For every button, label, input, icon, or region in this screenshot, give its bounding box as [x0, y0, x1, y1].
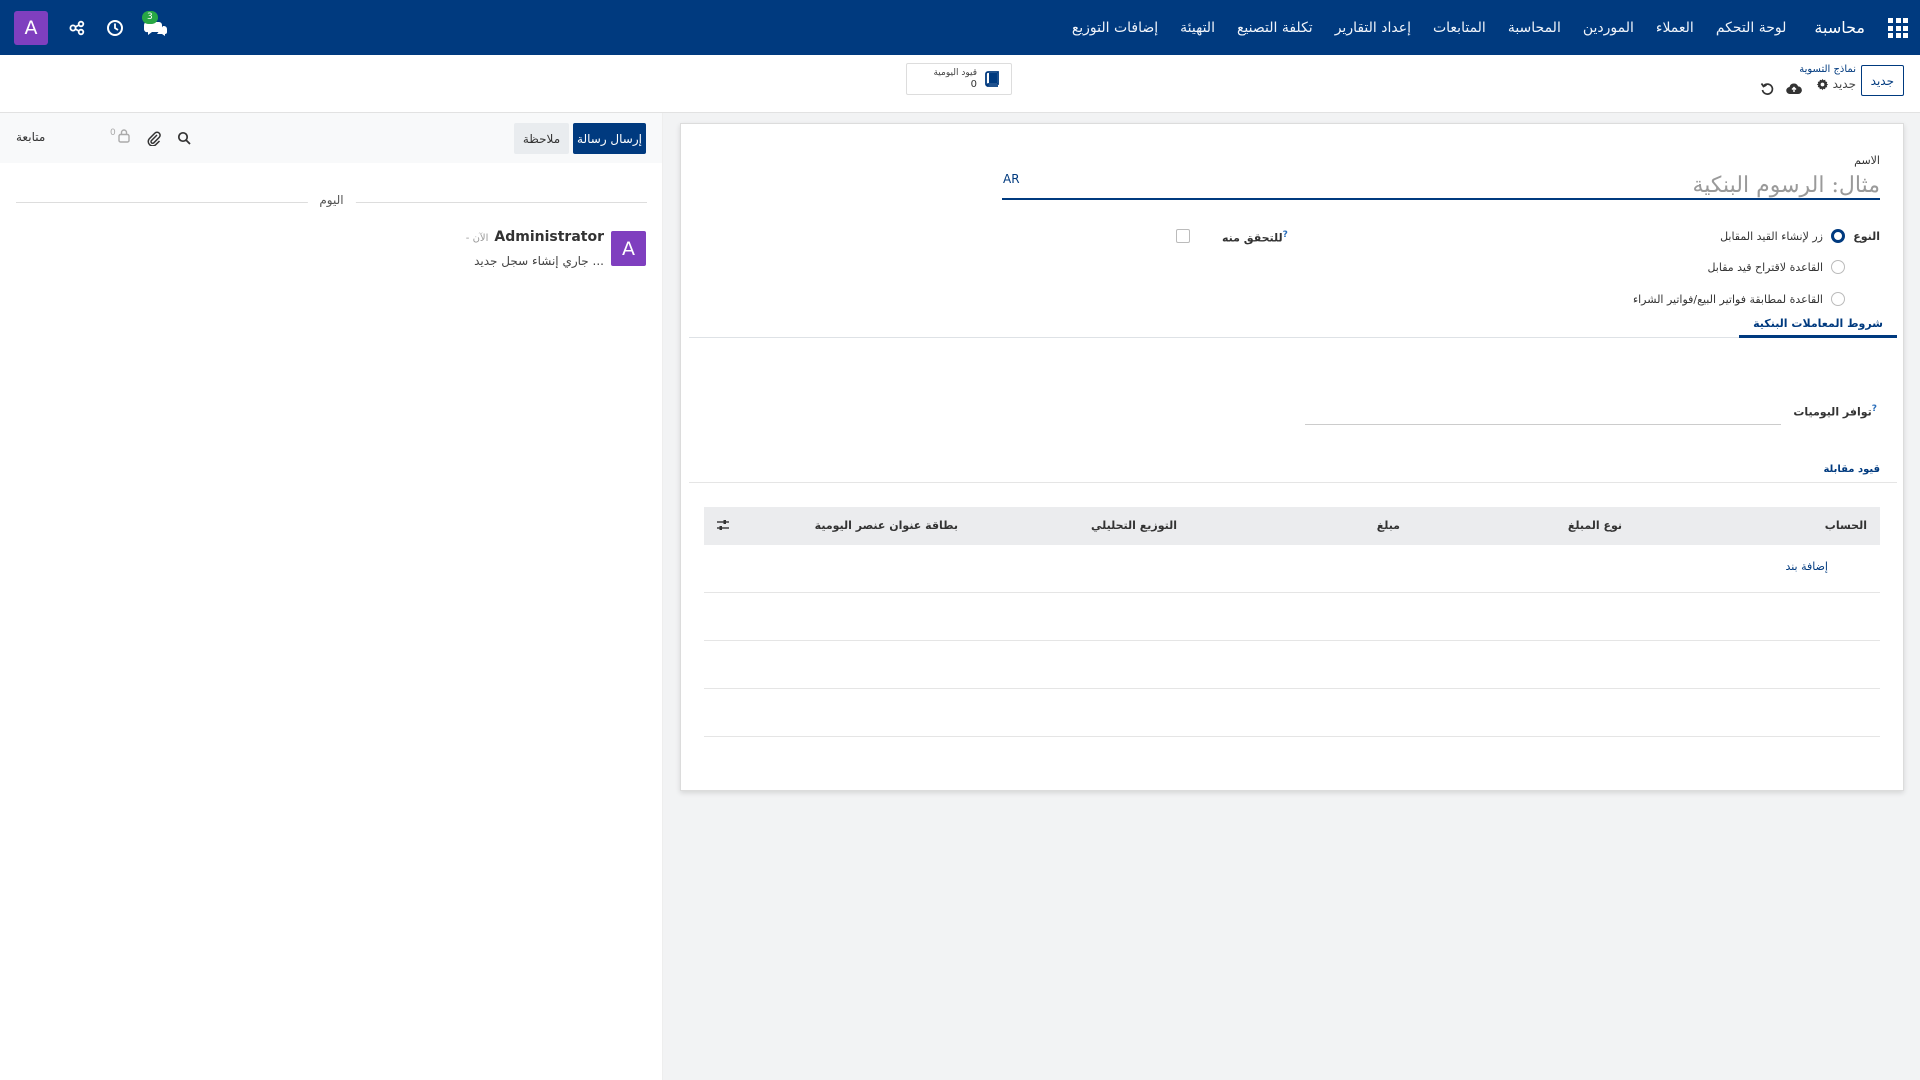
name-label: الاسم	[1854, 154, 1880, 167]
language-button[interactable]: AR	[1003, 172, 1020, 186]
save-cloud-icon[interactable]	[1786, 82, 1802, 96]
day-separator-label: اليوم	[307, 193, 356, 207]
type-option-button[interactable]: زر لإنشاء القيد المقابل	[1720, 229, 1845, 243]
user-avatar[interactable]: A	[14, 10, 48, 45]
stat-value: 0	[970, 79, 977, 90]
record-actions	[1760, 82, 1802, 96]
to-check-label-text: للتحقق منه	[1222, 231, 1283, 245]
book-icon	[983, 70, 1001, 88]
navbar-systray: A 3	[14, 10, 168, 45]
column-analytic-distribution[interactable]: التوزيع التحليلي	[1091, 519, 1177, 532]
discard-icon[interactable]	[1760, 82, 1774, 96]
search-icon[interactable]	[177, 131, 191, 145]
apps-menu-icon[interactable]	[1888, 18, 1908, 38]
menu-item-dashboard[interactable]: لوحة التحكم	[1716, 20, 1787, 36]
journals-availability-label-text: توافر اليوميات	[1793, 405, 1872, 419]
message-header: Administrator - الآن	[466, 229, 604, 245]
table-row	[704, 641, 1880, 689]
table-header: الحساب نوع المبلغ مبلغ التوزيع التحليلي …	[704, 507, 1880, 545]
table-row	[704, 689, 1880, 737]
type-option-label: القاعدة لمطابقة فواتير البيع/فواتير الشر…	[1632, 292, 1823, 306]
name-input[interactable]	[1002, 172, 1880, 200]
log-note-button[interactable]: ملاحظة	[514, 123, 569, 154]
column-account[interactable]: الحساب	[1825, 519, 1867, 532]
message-body: جاري إنشاء سجل جديد ...	[474, 254, 604, 268]
journals-availability-label: توافر اليوميات?	[1793, 404, 1880, 419]
to-check-checkbox[interactable]	[1176, 229, 1190, 243]
menu-item-manufacturing-cost[interactable]: تكلفة التصنيع	[1237, 20, 1313, 36]
follower-count: 0	[110, 128, 116, 138]
control-panel: جديد نماذج التسوية جديد قيود اليومية 0	[0, 55, 1920, 113]
tab-bank-transaction-conditions[interactable]: شروط المعاملات البنكية	[1739, 312, 1897, 338]
menu-item-distribution-addons[interactable]: إضافات التوزيع	[1072, 20, 1158, 36]
column-amount-type[interactable]: نوع المبلغ	[1568, 519, 1622, 532]
breadcrumb: نماذج التسوية جديد	[1799, 64, 1856, 91]
notebook-tabs: شروط المعاملات البنكية	[689, 312, 1897, 338]
menu-item-vendors[interactable]: الموردين	[1583, 20, 1634, 36]
table-row	[704, 593, 1880, 641]
message-time: - الآن	[465, 233, 489, 244]
counterpart-lines-table: الحساب نوع المبلغ مبلغ التوزيع التحليلي …	[704, 507, 1880, 737]
chat-icon[interactable]: 3	[142, 10, 168, 37]
stat-text: قيود اليومية 0	[933, 67, 977, 91]
day-separator: اليوم	[16, 193, 647, 209]
journals-availability-input[interactable]	[1305, 424, 1781, 425]
type-option-suggestion[interactable]: القاعدة لاقتراح قيد مقابل	[1707, 260, 1845, 274]
menu-item-configuration[interactable]: التهيئة	[1180, 20, 1215, 36]
menu-item-customers[interactable]: العملاء	[1656, 20, 1694, 36]
chatter-topbar: إرسال رسالة ملاحظة 0 متابعة	[0, 113, 662, 163]
breadcrumb-parent[interactable]: نماذج التسوية	[1799, 64, 1856, 75]
chat-badge: 3	[142, 10, 158, 24]
paperclip-icon[interactable]	[146, 130, 162, 146]
radio-unchecked[interactable]	[1831, 260, 1845, 274]
column-amount[interactable]: مبلغ	[1377, 519, 1400, 532]
radio-unchecked[interactable]	[1831, 292, 1845, 306]
column-settings-icon[interactable]	[716, 518, 730, 532]
type-label: النوع	[1853, 230, 1880, 243]
followers-button[interactable]: 0	[110, 128, 131, 143]
user-lock-icon	[117, 128, 131, 143]
breadcrumb-current: جديد	[1799, 77, 1856, 91]
add-line-link[interactable]: إضافة بند	[1785, 560, 1828, 573]
stat-label: قيود اليومية	[933, 68, 977, 78]
chatter-panel: إرسال رسالة ملاحظة 0 متابعة اليوم A Admi…	[0, 113, 663, 1080]
gear-icon[interactable]	[1816, 78, 1829, 91]
type-option-label: القاعدة لاقتراح قيد مقابل	[1707, 260, 1823, 274]
top-navbar: محاسبة لوحة التحكم العملاء الموردين المح…	[0, 0, 1920, 55]
menu-item-reporting[interactable]: إعداد التقارير	[1335, 20, 1411, 36]
table-row: إضافة بند	[704, 545, 1880, 593]
menu-item-accounting[interactable]: المحاسبة	[1508, 20, 1561, 36]
share-icon[interactable]	[68, 19, 86, 37]
journal-entries-smart-button[interactable]: قيود اليومية 0	[906, 63, 1012, 95]
breadcrumb-current-label: جديد	[1832, 77, 1856, 91]
new-button[interactable]: جديد	[1860, 65, 1904, 96]
type-option-label: زر لإنشاء القيد المقابل	[1720, 229, 1823, 243]
send-message-button[interactable]: إرسال رسالة	[573, 123, 646, 154]
to-check-label: للتحقق منه?	[1222, 230, 1291, 245]
radio-checked[interactable]	[1831, 229, 1845, 243]
message-avatar[interactable]: A	[611, 231, 646, 266]
menu-item-followups[interactable]: المتابعات	[1433, 20, 1486, 36]
counterpart-entries-title: قيود مقابلة	[1823, 464, 1880, 475]
follow-button[interactable]: متابعة	[16, 130, 45, 144]
type-option-invoice-match[interactable]: القاعدة لمطابقة فواتير البيع/فواتير الشر…	[1633, 292, 1845, 306]
column-journal-item-label[interactable]: بطاقة عنوان عنصر اليومية	[815, 519, 958, 532]
main-menu: محاسبة لوحة التحكم العملاء الموردين المح…	[1050, 0, 1865, 55]
clock-icon[interactable]	[106, 19, 124, 37]
message-author[interactable]: Administrator	[494, 229, 604, 245]
help-icon[interactable]: ?	[1872, 404, 1877, 414]
form-sheet: الاسم AR النوع زر لإنشاء القيد المقابل ا…	[680, 123, 1904, 791]
help-icon[interactable]: ?	[1283, 230, 1288, 240]
app-brand[interactable]: محاسبة	[1814, 18, 1865, 37]
section-divider	[689, 482, 1897, 483]
